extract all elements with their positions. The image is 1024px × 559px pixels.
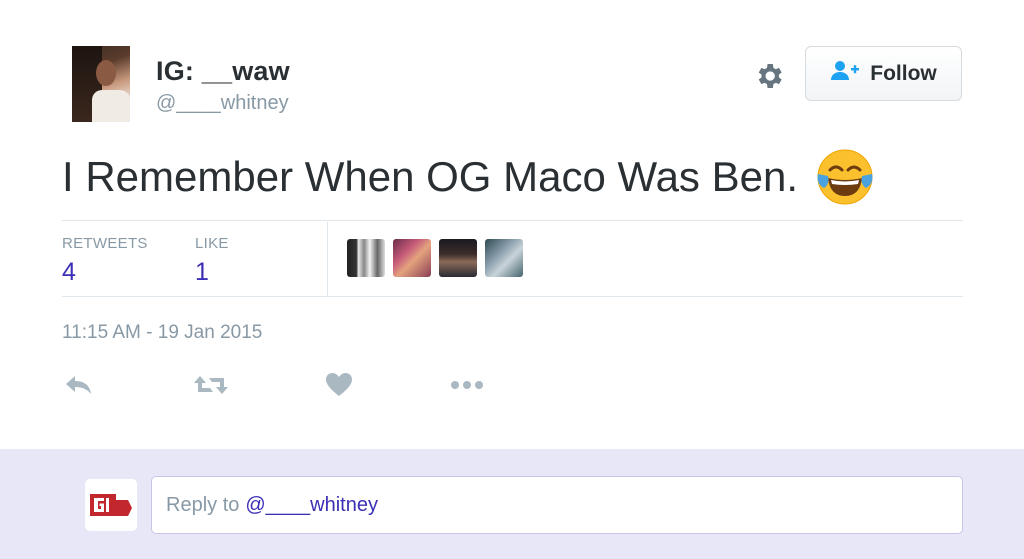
reply-mention: @____whitney	[245, 493, 378, 516]
stats-top-divider	[62, 220, 963, 221]
gear-icon[interactable]	[752, 59, 786, 93]
reply-icon[interactable]	[62, 372, 96, 398]
liker-avatar[interactable]	[485, 239, 523, 277]
retweets-count[interactable]: 4	[62, 258, 76, 287]
author-name[interactable]: IG: __waw	[156, 56, 290, 87]
tweet-card: IG: __waw @____whitney Follow I Remember…	[0, 0, 1024, 449]
follow-button-label: Follow	[870, 61, 937, 85]
tweet-text: I Remember When OG Maco Was Ben.	[62, 148, 874, 206]
likes-label: LIKE	[195, 235, 229, 252]
stats-bottom-divider	[62, 296, 963, 297]
follow-button[interactable]: Follow	[805, 46, 962, 101]
liker-avatar[interactable]	[347, 239, 385, 277]
reply-placeholder-prefix: Reply to	[166, 493, 240, 516]
retweets-label: RETWEETS	[62, 235, 148, 252]
current-user-avatar[interactable]	[85, 479, 137, 531]
reply-input[interactable]: Reply to @____whitney	[151, 476, 963, 534]
tweet-text-body: I Remember When OG Maco Was Ben.	[62, 153, 799, 200]
liker-avatar[interactable]	[439, 239, 477, 277]
retweet-icon[interactable]	[192, 372, 230, 398]
stats-vertical-divider	[327, 222, 328, 296]
heart-icon[interactable]	[322, 372, 356, 398]
add-user-icon	[830, 60, 860, 87]
liker-avatar[interactable]	[393, 239, 431, 277]
likes-count[interactable]: 1	[195, 258, 209, 287]
tears-of-joy-emoji-icon	[816, 148, 874, 206]
more-icon[interactable]	[450, 372, 484, 398]
author-handle[interactable]: @____whitney	[156, 92, 289, 115]
tweet-timestamp[interactable]: 11:15 AM - 19 Jan 2015	[62, 322, 262, 344]
liker-avatars	[347, 239, 523, 277]
author-avatar[interactable]	[72, 46, 130, 122]
